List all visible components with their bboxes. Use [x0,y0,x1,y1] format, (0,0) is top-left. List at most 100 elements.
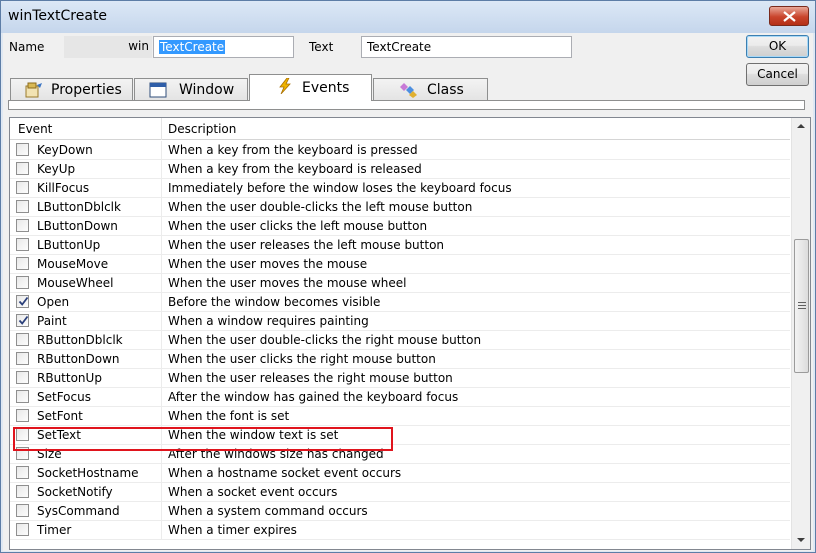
table-row[interactable]: LButtonDown When the user clicks the left… [10,217,790,236]
event-name: SocketNotify [37,485,113,499]
table-row[interactable]: Paint When a window requires painting [10,312,790,331]
table-row[interactable]: SysCommand When a system command occurs [10,502,790,521]
checkmark-icon [18,315,29,325]
event-description: When the user double-clicks the right mo… [168,333,482,347]
table-row[interactable]: SocketNotify When a socket event occurs [10,483,790,502]
column-divider [161,274,162,293]
event-checkbox[interactable] [16,352,29,365]
event-name: Timer [37,523,72,537]
table-row[interactable]: RButtonDown When the user clicks the righ… [10,350,790,369]
table-row[interactable]: KillFocus Immediately before the window l… [10,179,790,198]
column-divider [161,331,162,350]
arrow-down-icon [797,538,805,542]
event-checkbox[interactable] [16,485,29,498]
event-checkbox[interactable] [16,162,29,175]
event-checkbox[interactable] [16,371,29,384]
event-checkbox[interactable] [16,466,29,479]
column-divider [161,502,162,521]
dialog-window: winTextCreate Name win TextCreate Text T… [0,0,816,553]
tab-class-label: Class [427,82,464,98]
title-bar[interactable]: winTextCreate [1,1,815,33]
event-name: LButtonDblclk [37,200,121,214]
event-checkbox[interactable] [16,333,29,346]
vertical-scrollbar[interactable] [791,118,810,549]
scroll-down-button[interactable] [792,531,810,548]
event-checkbox[interactable] [16,295,29,308]
column-divider [161,350,162,369]
event-checkbox[interactable] [16,523,29,536]
event-name: SocketHostname [37,466,139,480]
event-name: SysCommand [37,504,120,518]
table-row[interactable]: LButtonUp When the user releases the left… [10,236,790,255]
column-divider [161,118,162,140]
column-divider [161,198,162,217]
column-divider [161,369,162,388]
event-description: When the user clicks the left mouse butt… [168,219,428,233]
tab-properties[interactable]: Properties [10,78,133,101]
table-row[interactable]: MouseMove When the user moves the mouse [10,255,790,274]
event-name: KillFocus [37,181,90,195]
scroll-up-button[interactable] [792,118,810,135]
name-prefix: win [64,36,152,58]
event-name: LButtonDown [37,219,118,233]
table-row[interactable]: KeyDown When a key from the keyboard is p… [10,141,790,160]
event-description: When a system command occurs [168,504,368,518]
column-header-description[interactable]: Description [168,122,236,136]
event-description: When the user releases the left mouse bu… [168,238,445,252]
event-checkbox[interactable] [16,409,29,422]
event-description: When a key from the keyboard is released [168,162,422,176]
event-description: When the user moves the mouse [168,257,368,271]
event-checkbox[interactable] [16,314,29,327]
event-checkbox[interactable] [16,143,29,156]
column-divider [161,179,162,198]
event-description: When the user moves the mouse wheel [168,276,407,290]
column-divider [161,388,162,407]
table-row[interactable]: RButtonDblclk When the user double-clicks… [10,331,790,350]
tab-window[interactable]: Window [134,78,248,101]
table-row[interactable]: MouseWheel When the user moves the mouse … [10,274,790,293]
tab-events[interactable]: Events [249,74,372,101]
column-divider [161,521,162,540]
table-row[interactable]: KeyUp When a key from the keyboard is rel… [10,160,790,179]
grid-header: Event Description [10,118,790,140]
event-checkbox[interactable] [16,390,29,403]
window-title: winTextCreate [8,8,108,24]
event-checkbox[interactable] [16,200,29,213]
close-button[interactable] [769,6,809,26]
event-checkbox[interactable] [16,276,29,289]
column-divider [161,407,162,426]
event-checkbox[interactable] [16,219,29,232]
event-checkbox[interactable] [16,181,29,194]
text-label: Text [309,40,334,54]
tab-class[interactable]: Class [373,78,488,101]
table-row[interactable]: RButtonUp When the user releases the righ… [10,369,790,388]
tab-panel [8,100,805,110]
table-row[interactable]: SetFocus After the window has gained the … [10,388,790,407]
name-input[interactable]: TextCreate [153,36,294,58]
column-divider [161,293,162,312]
cancel-button[interactable]: Cancel [746,63,809,86]
table-row[interactable]: Open Before the window becomes visible [10,293,790,312]
event-description: When a window requires painting [168,314,369,328]
event-checkbox[interactable] [16,238,29,251]
ok-button[interactable]: OK [746,35,809,58]
event-name: LButtonUp [37,238,101,252]
event-description: When the user clicks the right mouse but… [168,352,436,366]
table-row[interactable]: SetFont When the font is set [10,407,790,426]
scroll-thumb[interactable] [794,239,809,373]
event-checkbox[interactable] [16,257,29,270]
event-description: When a socket event occurs [168,485,338,499]
event-description: When a timer expires [168,523,297,537]
column-header-event[interactable]: Event [18,122,52,136]
table-row[interactable]: LButtonDblclk When the user double-clicks… [10,198,790,217]
events-grid: Event Description KeyDown When a key from… [9,117,811,550]
column-divider [161,255,162,274]
event-description: Immediately before the window loses the … [168,181,512,195]
event-checkbox[interactable] [16,504,29,517]
column-divider [161,312,162,331]
table-row[interactable]: SocketHostname When a hostname socket eve… [10,464,790,483]
event-description: Before the window becomes visible [168,295,381,309]
name-input-value: TextCreate [159,40,226,54]
table-row[interactable]: Timer When a timer expires [10,521,790,540]
text-input[interactable]: TextCreate [361,36,572,58]
